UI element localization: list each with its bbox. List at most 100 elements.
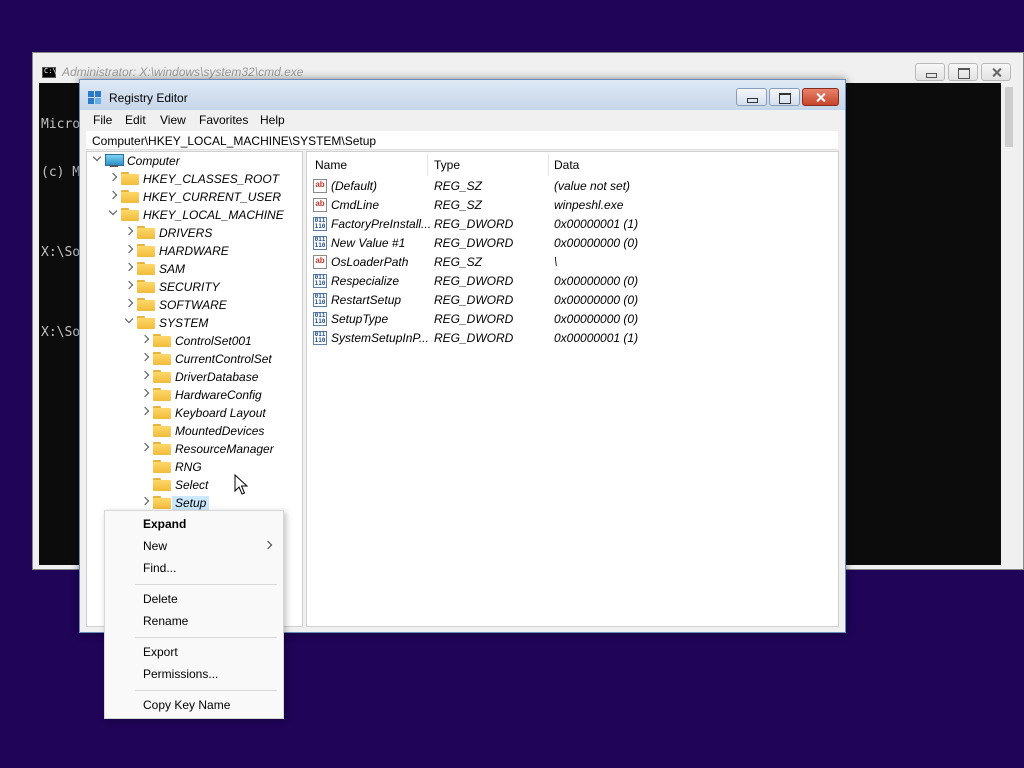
menu-item-copy-key-name[interactable]: Copy Key Name	[143, 698, 230, 716]
tree-node[interactable]: ResourceManager	[87, 440, 302, 458]
column-header-type[interactable]: Type	[434, 158, 460, 172]
tree-node[interactable]: Computer	[87, 152, 302, 170]
scrollbar-thumb[interactable]	[1005, 87, 1013, 147]
chevron-right-icon[interactable]	[125, 263, 133, 271]
cmd-maximize-button[interactable]	[948, 63, 978, 81]
tree-node[interactable]: SECURITY	[87, 278, 302, 296]
value-name: Respecialize	[331, 274, 400, 288]
binary-value-icon	[313, 217, 327, 231]
maximize-icon	[949, 64, 977, 80]
chevron-right-icon[interactable]	[109, 191, 117, 199]
regedit-minimize-button[interactable]	[736, 88, 767, 106]
tree-node[interactable]: SAM	[87, 260, 302, 278]
menu-edit[interactable]: Edit	[125, 113, 146, 127]
folder-icon	[153, 460, 171, 473]
menu-help[interactable]: Help	[260, 113, 285, 127]
chevron-down-icon[interactable]	[93, 155, 101, 163]
folder-icon	[153, 334, 171, 347]
tree-node-label: SAM	[159, 262, 186, 276]
tree-node[interactable]: DRIVERS	[87, 224, 302, 242]
tree-node[interactable]: DriverDatabase	[87, 368, 302, 386]
chevron-down-icon[interactable]	[109, 209, 117, 217]
cmd-scrollbar[interactable]	[1001, 83, 1018, 565]
tree-node[interactable]: HKEY_CLASSES_ROOT	[87, 170, 302, 188]
chevron-right-icon[interactable]	[125, 227, 133, 235]
chevron-right-icon[interactable]	[125, 299, 133, 307]
value-row[interactable]: SetupType REG_DWORD 0x00000000 (0)	[307, 310, 838, 329]
chevron-right-icon[interactable]	[141, 407, 149, 415]
column-header-data[interactable]: Data	[554, 158, 579, 172]
folder-icon	[121, 208, 139, 221]
cmd-minimize-button[interactable]	[915, 63, 945, 81]
value-row[interactable]: OsLoaderPath REG_SZ \	[307, 253, 838, 272]
value-row[interactable]: (Default) REG_SZ (value not set)	[307, 177, 838, 196]
menu-file[interactable]: File	[93, 113, 112, 127]
menu-item-expand[interactable]: Expand	[143, 517, 186, 535]
tree-node-label: SECURITY	[159, 280, 220, 294]
value-row[interactable]: SystemSetupInP... REG_DWORD 0x00000001 (1)	[307, 329, 838, 348]
value-row[interactable]: New Value #1 REG_DWORD 0x00000000 (0)	[307, 234, 838, 253]
tree-node[interactable]: HARDWARE	[87, 242, 302, 260]
menu-item-delete[interactable]: Delete	[143, 592, 178, 610]
tree-node[interactable]: HardwareConfig	[87, 386, 302, 404]
column-divider[interactable]	[427, 154, 428, 176]
value-data: 0x00000001 (1)	[554, 217, 639, 231]
chevron-right-icon[interactable]	[141, 443, 149, 451]
string-value-icon	[313, 198, 327, 212]
chevron-right-icon[interactable]	[141, 389, 149, 397]
cmd-app-icon	[42, 67, 57, 78]
tree-node[interactable]: HKEY_CURRENT_USER	[87, 188, 302, 206]
tree-node[interactable]: HKEY_LOCAL_MACHINE	[87, 206, 302, 224]
menu-item-find[interactable]: Find...	[143, 561, 176, 579]
value-name: FactoryPreInstall...	[331, 217, 432, 231]
tree-node[interactable]: SOFTWARE	[87, 296, 302, 314]
tree-node-label: HARDWARE	[159, 244, 229, 258]
value-row[interactable]: FactoryPreInstall...REG_DWORD 0x00000001 …	[307, 215, 838, 234]
chevron-right-icon[interactable]	[141, 335, 149, 343]
chevron-right-icon[interactable]	[141, 497, 149, 505]
chevron-right-icon[interactable]	[141, 353, 149, 361]
value-row[interactable]: RestartSetup REG_DWORD 0x00000000 (0)	[307, 291, 838, 310]
tree-node-label: SOFTWARE	[159, 298, 227, 312]
chevron-right-icon	[263, 540, 273, 550]
chevron-right-icon[interactable]	[125, 281, 133, 289]
menu-item-rename[interactable]: Rename	[143, 614, 188, 632]
chevron-right-icon[interactable]	[109, 173, 117, 181]
column-divider[interactable]	[548, 154, 549, 176]
menu-item-new[interactable]: New	[143, 539, 167, 557]
tree-node[interactable]: Keyboard Layout	[87, 404, 302, 422]
menu-item-export[interactable]: Export	[143, 645, 178, 663]
menu-view[interactable]: View	[160, 113, 186, 127]
string-value-icon	[313, 179, 327, 193]
menu-item-permissions[interactable]: Permissions...	[143, 667, 218, 685]
regedit-window-title: Registry Editor	[109, 91, 188, 105]
tree-node[interactable]: RNG	[87, 458, 302, 476]
value-name: CmdLine	[331, 198, 380, 212]
cmd-window-title: Administrator: X:\windows\system32\cmd.e…	[62, 65, 304, 79]
column-header-name[interactable]: Name	[315, 158, 347, 172]
value-name: SetupType	[331, 312, 389, 326]
regedit-maximize-button[interactable]	[769, 88, 800, 106]
tree-node-label: HKEY_CLASSES_ROOT	[143, 172, 280, 186]
value-name: (Default)	[331, 179, 378, 193]
chevron-right-icon[interactable]	[141, 371, 149, 379]
cmd-close-button[interactable]	[981, 63, 1011, 81]
menu-favorites[interactable]: Favorites	[199, 113, 248, 127]
value-name: OsLoaderPath	[331, 255, 409, 269]
tree-node[interactable]: Select	[87, 476, 302, 494]
context-menu: Expand New Find... Delete Rename Export …	[104, 510, 284, 719]
binary-value-icon	[313, 293, 327, 307]
chevron-right-icon[interactable]	[125, 245, 133, 253]
tree-node[interactable]: ControlSet001	[87, 332, 302, 350]
address-bar[interactable]: Computer\HKEY_LOCAL_MACHINE\SYSTEM\Setup	[86, 131, 838, 150]
regedit-titlebar[interactable]: Registry Editor	[80, 80, 845, 110]
value-row[interactable]: CmdLine REG_SZ winpeshl.exe	[307, 196, 838, 215]
tree-node[interactable]: SYSTEM	[87, 314, 302, 332]
binary-value-icon	[313, 312, 327, 326]
value-row[interactable]: Respecialize REG_DWORD 0x00000000 (0)	[307, 272, 838, 291]
regedit-close-button[interactable]	[802, 88, 839, 106]
chevron-down-icon[interactable]	[125, 317, 133, 325]
tree-node[interactable]: CurrentControlSet	[87, 350, 302, 368]
tree-node[interactable]: MountedDevices	[87, 422, 302, 440]
values-list-pane[interactable]: Name Type Data (Default) REG_SZ (value not…	[306, 151, 839, 627]
